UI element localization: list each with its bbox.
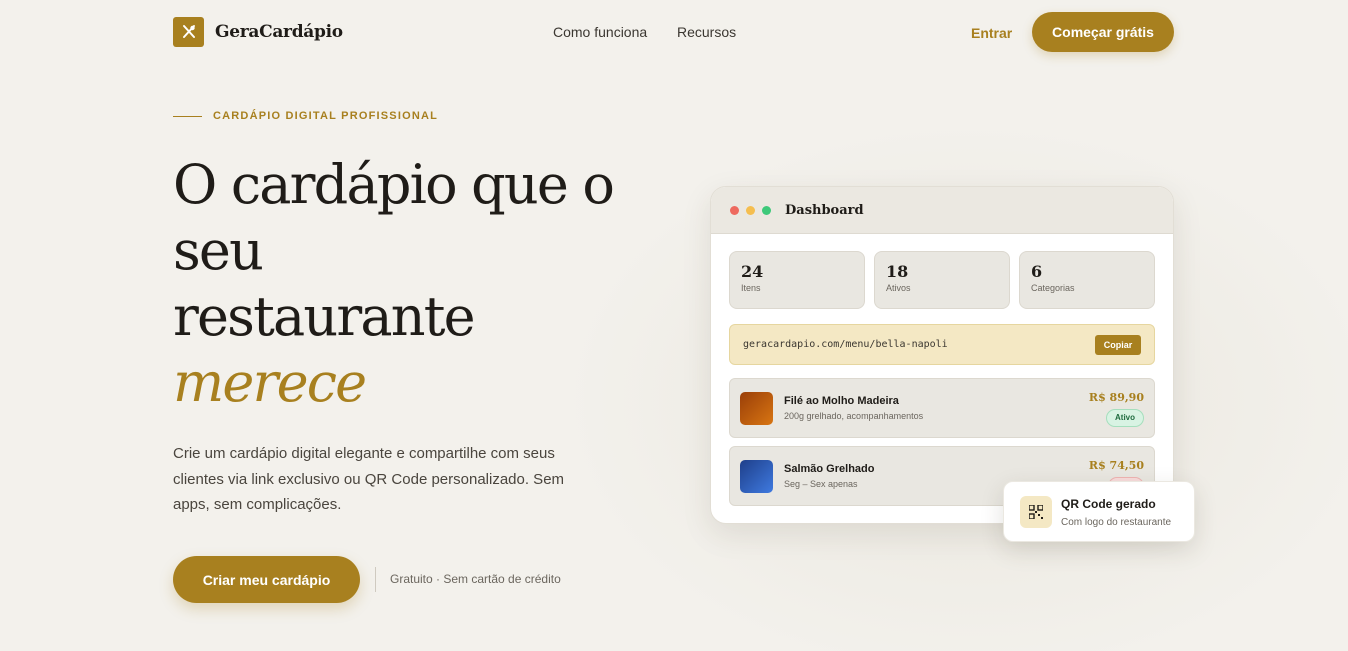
- stat-label: Itens: [741, 283, 761, 293]
- headline-line-2: seu: [173, 219, 264, 282]
- stat-card-itens: 24 Itens: [729, 251, 865, 309]
- qr-code-icon: [1020, 496, 1052, 528]
- stat-card-ativos: 18 Ativos: [874, 251, 1010, 309]
- eyebrow-line: [173, 115, 202, 117]
- login-link[interactable]: Entrar: [971, 25, 1012, 41]
- copy-link-button[interactable]: Copiar: [1095, 335, 1141, 355]
- stat-card-categorias: 6 Categorias: [1019, 251, 1155, 309]
- item-name: Filé ao Molho Madeira: [784, 395, 899, 407]
- window-dot-yellow: [746, 205, 755, 215]
- toast-title: QR Code gerado: [1061, 497, 1156, 511]
- nav-link-recursos[interactable]: Recursos: [677, 24, 736, 40]
- start-free-button[interactable]: Começar grátis: [1032, 12, 1174, 52]
- stat-value: 18: [886, 262, 909, 281]
- brand-name: GeraCardápio: [215, 22, 343, 42]
- stat-value: 6: [1031, 262, 1043, 281]
- logo[interactable]: GeraCardápio: [173, 17, 343, 47]
- item-description: 200g grelhado, acompanhamentos: [784, 411, 924, 421]
- item-price: R$ 74,50: [1088, 459, 1144, 472]
- dish-thumbnail: [740, 460, 773, 493]
- hero-headline: O cardápio que o seu restaurante merece: [173, 152, 653, 416]
- cta-divider: [375, 567, 376, 592]
- status-badge: Ativo: [1106, 409, 1144, 427]
- create-menu-button[interactable]: Criar meu cardápio: [173, 556, 360, 603]
- dashboard-preview: Dashboard 24 Itens 18 Ativos 6 Categoria…: [710, 186, 1174, 524]
- top-nav: GeraCardápio Como funciona Recursos Entr…: [0, 0, 1348, 64]
- headline-line-3: restaurante: [173, 285, 476, 348]
- dashboard-title: Dashboard: [785, 202, 864, 218]
- eyebrow: CARDÁPIO DIGITAL PROFISSIONAL: [173, 110, 438, 122]
- hero-subtitle: Crie um cardápio digital elegante e comp…: [173, 445, 565, 513]
- item-name: Salmão Grelhado: [784, 463, 875, 475]
- menu-link-bar: geracardapio.com/menu/bella-napoli Copia…: [729, 324, 1155, 365]
- menu-item-row[interactable]: Filé ao Molho Madeira 200g grelhado, aco…: [729, 378, 1155, 438]
- stat-label: Ativos: [886, 283, 911, 293]
- window-dot-green: [762, 205, 771, 215]
- headline-line-1: O cardápio que o: [173, 153, 615, 216]
- toast-subtitle: Com logo do restaurante: [1061, 517, 1172, 528]
- stat-label: Categorias: [1031, 283, 1075, 293]
- dashboard-header: Dashboard: [711, 187, 1173, 234]
- menu-url: geracardapio.com/menu/bella-napoli: [743, 339, 948, 350]
- headline-accent: merece: [173, 351, 367, 414]
- window-dot-red: [730, 205, 739, 215]
- item-description: Seg – Sex apenas: [784, 479, 858, 489]
- cta-note: Gratuito · Sem cartão de crédito: [390, 572, 561, 586]
- qr-toast: QR Code gerado Com logo do restaurante: [1003, 481, 1195, 542]
- stat-value: 24: [741, 262, 764, 281]
- utensils-icon: [173, 17, 204, 47]
- nav-link-como-funciona[interactable]: Como funciona: [553, 24, 647, 40]
- item-price: R$ 89,90: [1088, 391, 1144, 404]
- eyebrow-text: CARDÁPIO DIGITAL PROFISSIONAL: [213, 110, 439, 122]
- dish-thumbnail: [740, 392, 773, 425]
- stats-row: 24 Itens 18 Ativos 6 Categorias: [729, 251, 1155, 309]
